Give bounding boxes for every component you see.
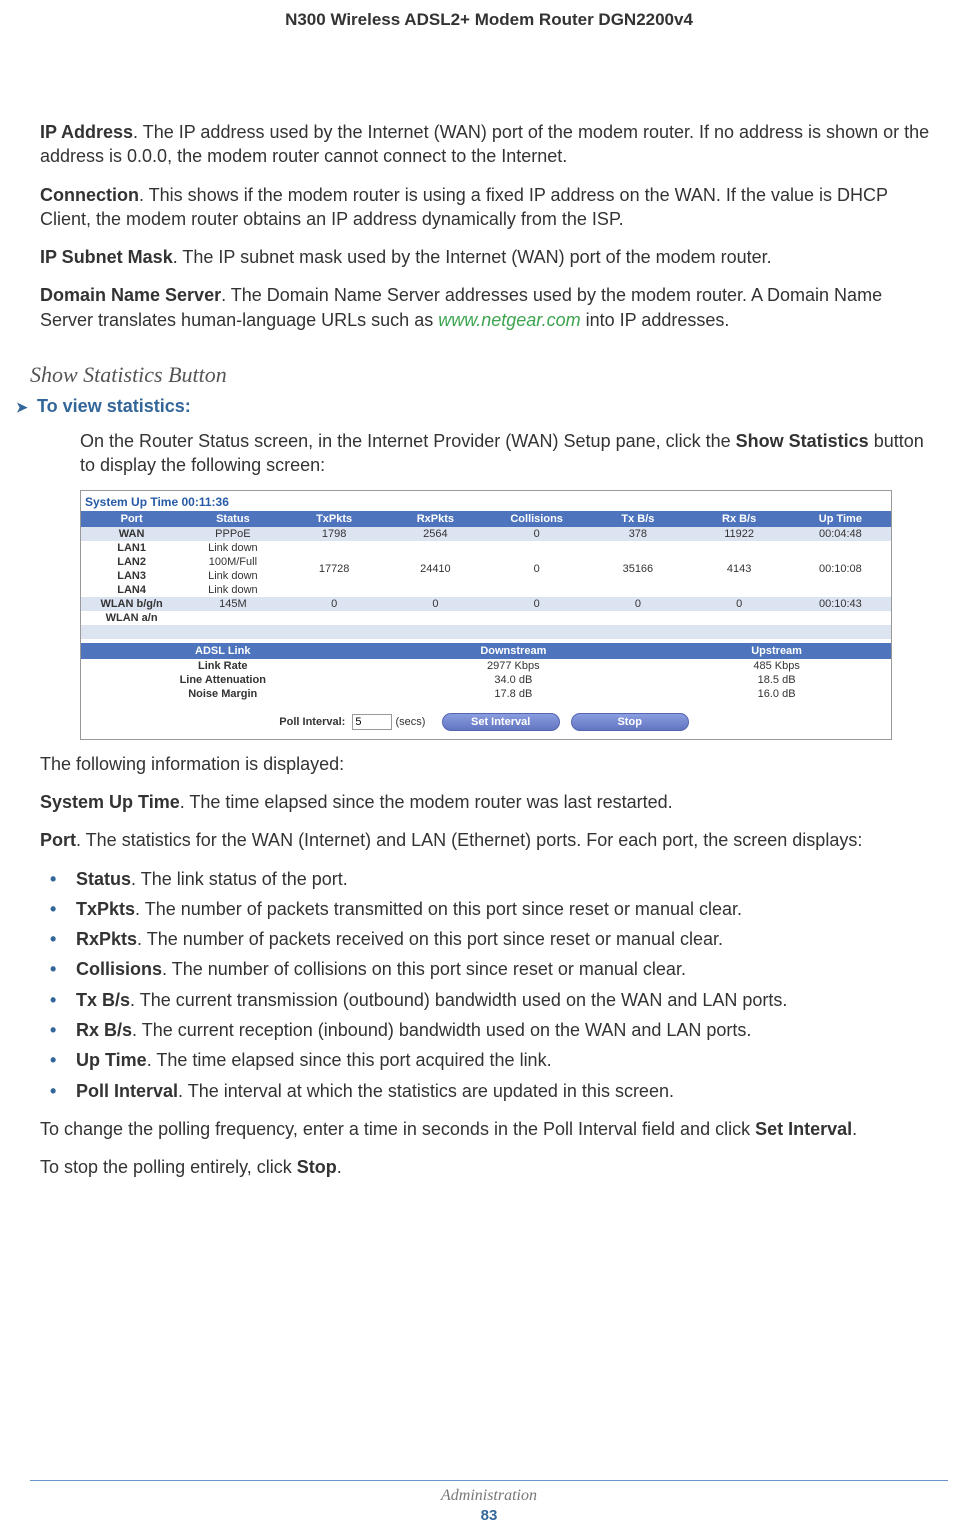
port-stats-table: Port Status TxPkts RxPkts Collisions Tx … xyxy=(81,511,891,639)
set-interval-instruction: To change the polling frequency, enter a… xyxy=(40,1117,938,1141)
row-wan: WANPPPoE1798256403781192200:04:48 xyxy=(81,527,891,541)
procedure-heading: ➤ To view statistics: xyxy=(16,396,938,417)
term: Port xyxy=(40,830,76,850)
footer-page-number: 83 xyxy=(0,1507,978,1524)
col-status: Status xyxy=(182,511,283,527)
row-wlan-bgn: WLAN b/g/n145M0000000:10:43 xyxy=(81,597,891,611)
procedure-intro: On the Router Status screen, in the Inte… xyxy=(80,429,938,478)
adsl-row-noise: Noise Margin17.8 dB16.0 dB xyxy=(81,687,891,701)
bullet-uptime: Up Time. The time elapsed since this por… xyxy=(44,1048,938,1072)
intro-pre: On the Router Status screen, in the Inte… xyxy=(80,431,736,451)
col-rxbs: Rx B/s xyxy=(689,511,790,527)
term: System Up Time xyxy=(40,792,180,812)
document-header: N300 Wireless ADSL2+ Modem Router DGN220… xyxy=(30,10,948,110)
adsl-row-attenuation: Line Attenuation34.0 dB18.5 dB xyxy=(81,673,891,687)
adsl-col-up: Upstream xyxy=(662,643,891,659)
bullet-txpkts: TxPkts. The number of packets transmitte… xyxy=(44,897,938,921)
procedure-title: To view statistics: xyxy=(37,396,191,416)
statistics-figure: System Up Time 00:11:36 Port Status TxPk… xyxy=(80,490,938,740)
definition-dns: Domain Name Server. The Domain Name Serv… xyxy=(40,283,938,332)
poll-interval-row: Poll Interval: (secs) Set Interval Stop xyxy=(81,713,891,731)
definition-ip-address: IP Address. The IP address used by the I… xyxy=(40,120,938,169)
col-txbs: Tx B/s xyxy=(587,511,688,527)
col-port: Port xyxy=(81,511,182,527)
bullet-poll-interval: Poll Interval. The interval at which the… xyxy=(44,1079,938,1103)
col-collisions: Collisions xyxy=(486,511,587,527)
adsl-col-down: Downstream xyxy=(365,643,663,659)
term-text-post: into IP addresses. xyxy=(581,310,730,330)
poll-label: Poll Interval: xyxy=(279,716,345,728)
bullet-rxpkts: RxPkts. The number of packets received o… xyxy=(44,927,938,951)
footer-chapter: Administration xyxy=(0,1487,978,1505)
poll-interval-input[interactable] xyxy=(352,714,392,730)
col-rxpkts: RxPkts xyxy=(385,511,486,527)
section-title: Show Statistics Button xyxy=(30,362,938,388)
term-text: . The IP subnet mask used by the Interne… xyxy=(173,247,772,267)
adsl-col-link: ADSL Link xyxy=(81,643,365,659)
col-txpkts: TxPkts xyxy=(284,511,385,527)
term: Domain Name Server xyxy=(40,285,221,305)
term: IP Subnet Mask xyxy=(40,247,173,267)
col-uptime: Up Time xyxy=(790,511,891,527)
bullet-txbs: Tx B/s. The current transmission (outbou… xyxy=(44,988,938,1012)
page-footer: Administration 83 xyxy=(0,1480,978,1524)
definition-system-uptime: System Up Time. The time elapsed since t… xyxy=(40,790,938,814)
procedure-marker-icon: ➤ xyxy=(16,399,32,416)
definition-ip-subnet-mask: IP Subnet Mask. The IP subnet mask used … xyxy=(40,245,938,269)
set-interval-button[interactable]: Set Interval xyxy=(442,713,560,731)
poll-unit: (secs) xyxy=(395,716,425,728)
intro-bold: Show Statistics xyxy=(736,431,869,451)
port-fields-list: Status. The link status of the port. TxP… xyxy=(44,867,938,1103)
adsl-row-linkrate: Link Rate2977 Kbps485 Kbps xyxy=(81,659,891,673)
definition-port: Port. The statistics for the WAN (Intern… xyxy=(40,828,938,852)
row-wlan-an: WLAN a/n xyxy=(81,611,891,625)
stop-instruction: To stop the polling entirely, click Stop… xyxy=(40,1155,938,1179)
stop-button[interactable]: Stop xyxy=(571,713,689,731)
row-blank xyxy=(81,625,891,639)
sys-uptime-value: 00:11:36 xyxy=(182,495,229,509)
term-text: . The IP address used by the Internet (W… xyxy=(40,122,929,166)
sys-uptime-label: System Up Time xyxy=(85,495,178,509)
bullet-status: Status. The link status of the port. xyxy=(44,867,938,891)
row-lan1: LAN1Link down1772824410035166414300:10:0… xyxy=(81,541,891,555)
after-figure-text: The following information is displayed: xyxy=(40,752,938,776)
bullet-collisions: Collisions. The number of collisions on … xyxy=(44,957,938,981)
term-text: . The time elapsed since the modem route… xyxy=(180,792,673,812)
term: IP Address xyxy=(40,122,133,142)
term-text: . The statistics for the WAN (Internet) … xyxy=(76,830,862,850)
adsl-table: ADSL LinkDownstreamUpstream Link Rate297… xyxy=(81,643,891,701)
term-text: . This shows if the modem router is usin… xyxy=(40,185,888,229)
dns-link: www.netgear.com xyxy=(438,310,580,330)
definition-connection: Connection. This shows if the modem rout… xyxy=(40,183,938,232)
term: Connection xyxy=(40,185,139,205)
bullet-rxbs: Rx B/s. The current reception (inbound) … xyxy=(44,1018,938,1042)
